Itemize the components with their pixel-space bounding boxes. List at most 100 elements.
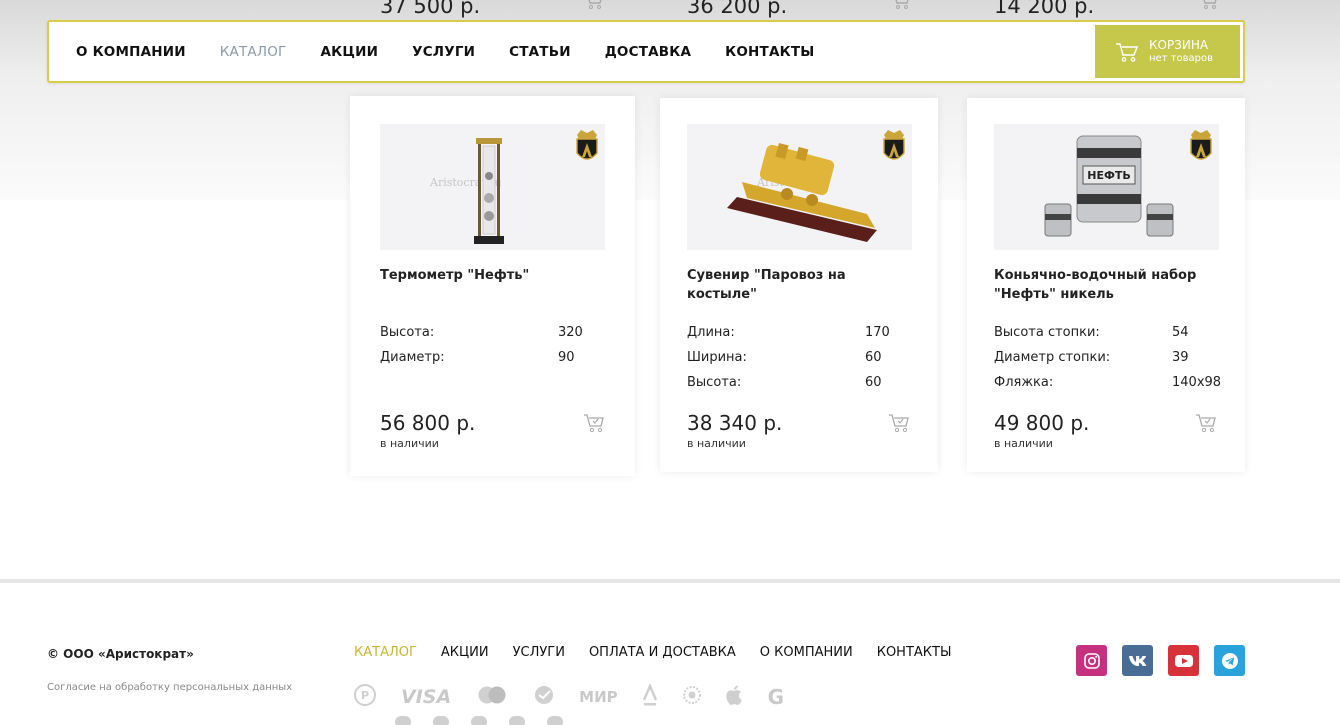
cart-text: КОРЗИНА нет товаров — [1149, 37, 1214, 64]
footer-nav-about[interactable]: О КОМПАНИИ — [760, 645, 853, 660]
spec-name: Фляжка: — [994, 375, 1054, 390]
instagram-icon[interactable] — [1076, 645, 1107, 676]
spec-row: Фляжка: 140x98 — [994, 375, 1224, 400]
brand-crest-icon — [1190, 130, 1212, 160]
spec-name: Длина: — [687, 325, 735, 340]
apple-pay-icon — [726, 684, 744, 710]
add-to-cart-icon[interactable] — [583, 412, 605, 434]
spec-name: Ширина: — [687, 350, 747, 365]
nav-item-articles[interactable]: СТАТЬИ — [509, 44, 571, 60]
payment-icon — [509, 716, 525, 725]
prev-price-1: 37 500 р. — [380, 0, 481, 18]
product-image[interactable]: Aristocrat.ru — [380, 124, 605, 250]
footer-nav-services[interactable]: УСЛУГИ — [513, 645, 565, 660]
alfabank-icon — [642, 682, 658, 710]
spec-value: 60 — [865, 350, 882, 365]
product-price: 56 800 р. — [380, 411, 476, 435]
cart-icon — [1116, 42, 1139, 62]
flask-label: НЕФТЬ — [1087, 169, 1131, 182]
brand-crest-icon — [883, 130, 905, 160]
spec-row: Высота: 320 — [380, 325, 590, 350]
spec-value: 60 — [865, 375, 882, 390]
spec-name: Высота стопки: — [994, 325, 1100, 340]
footer-nav-catalog[interactable]: КАТАЛОГ — [354, 645, 417, 660]
footer-nav-contacts[interactable]: КОНТАКТЫ — [877, 645, 952, 660]
stock-status: в наличии — [380, 437, 439, 450]
copyright: © ООО «Аристократ» — [47, 647, 194, 661]
nav-item-services[interactable]: УСЛУГИ — [412, 44, 475, 60]
footer-nav-payment-delivery[interactable]: ОПЛАТА И ДОСТАВКА — [589, 645, 736, 660]
product-title[interactable]: Термометр "Нефть" — [380, 266, 610, 285]
product-card[interactable]: Aristocrat.ru Термометр "Нефть" Высота: … — [350, 96, 635, 476]
stock-status: в наличии — [687, 437, 746, 450]
svg-text:P: P — [361, 689, 369, 702]
previous-row: 37 500 р. 36 200 р. 14 200 р. — [0, 0, 1340, 20]
spec-row: Ширина: 60 — [687, 350, 917, 375]
visa-icon: VISA — [401, 686, 452, 708]
google-pay-icon: G — [767, 685, 785, 709]
mir-icon: МИР — [579, 688, 618, 706]
consent-link[interactable]: Согласие на обработку персональных данны… — [47, 682, 292, 693]
stock-status: в наличии — [994, 437, 1053, 450]
payment-icon — [547, 716, 563, 725]
cart-title: КОРЗИНА — [1149, 37, 1209, 52]
locomotive-image — [727, 142, 877, 242]
payment-methods-row-2 — [395, 716, 585, 725]
spec-value: 320 — [558, 325, 583, 340]
footer-divider — [0, 579, 1340, 583]
payment-methods: P VISA МИР G — [353, 682, 808, 711]
product-price: 38 340 р. — [687, 411, 783, 435]
footer-nav: КАТАЛОГ АКЦИИ УСЛУГИ ОПЛАТА И ДОСТАВКА О… — [354, 645, 975, 660]
payment-icon — [395, 716, 411, 725]
spec-value: 170 — [865, 325, 890, 340]
vk-icon[interactable] — [1122, 645, 1153, 676]
nav-item-promotions[interactable]: АКЦИИ — [320, 44, 378, 60]
product-specs: Длина: 170 Ширина: 60 Высота: 60 — [687, 325, 917, 400]
payment-generic-icon: P — [353, 683, 377, 711]
nav-item-delivery[interactable]: ДОСТАВКА — [605, 44, 691, 60]
product-image[interactable]: НЕФТЬ — [994, 124, 1219, 250]
spec-value: 54 — [1172, 325, 1189, 340]
cart-icon[interactable] — [582, 0, 604, 10]
cart-subtitle: нет товаров — [1149, 52, 1214, 64]
product-title[interactable]: Сувенир "Паровоз на костыле" — [687, 266, 917, 304]
payment-icon — [433, 716, 449, 725]
spec-name: Высота: — [380, 325, 435, 340]
telegram-icon[interactable] — [1214, 645, 1245, 676]
main-navbar: О КОМПАНИИ КАТАЛОГ АКЦИИ УСЛУГИ СТАТЬИ Д… — [47, 20, 1245, 83]
spec-row: Диаметр: 90 — [380, 350, 590, 375]
nav-item-catalog[interactable]: КАТАЛОГ — [220, 44, 287, 60]
nav-item-about[interactable]: О КОМПАНИИ — [76, 44, 186, 60]
product-image[interactable]: Aristocrat.ru — [687, 124, 912, 250]
spec-row: Длина: 170 — [687, 325, 917, 350]
spec-row: Высота: 60 — [687, 375, 917, 400]
product-specs: Высота: 320 Диаметр: 90 — [380, 325, 590, 375]
cart-icon[interactable] — [889, 0, 911, 10]
prev-price-3: 14 200 р. — [994, 0, 1095, 18]
prev-price-2: 36 200 р. — [687, 0, 788, 18]
product-price: 49 800 р. — [994, 411, 1090, 435]
mastercard-icon — [475, 685, 509, 709]
add-to-cart-icon[interactable] — [1195, 412, 1217, 434]
product-card[interactable]: Aristocrat.ru Сувенир "Паровоз на костыл… — [660, 98, 938, 472]
nav-menu: О КОМПАНИИ КАТАЛОГ АКЦИИ УСЛУГИ СТАТЬИ Д… — [76, 22, 848, 81]
add-to-cart-icon[interactable] — [888, 412, 910, 434]
spec-row: Высота стопки: 54 — [994, 325, 1224, 350]
nav-item-contacts[interactable]: КОНТАКТЫ — [725, 44, 814, 60]
brand-crest-icon — [576, 130, 598, 160]
payment-icon — [471, 716, 487, 725]
cart-button[interactable]: КОРЗИНА нет товаров — [1095, 25, 1240, 78]
footer-nav-promotions[interactable]: АКЦИИ — [441, 645, 489, 660]
flask-set-image: НЕФТЬ — [1044, 135, 1174, 237]
sberpay-icon — [533, 684, 555, 710]
product-card[interactable]: НЕФТЬ Коньячно-водочный набор "Нефть" ни… — [967, 98, 1245, 472]
bank-emblem-icon — [682, 685, 702, 709]
product-title[interactable]: Коньячно-водочный набор "Нефть" никель — [994, 266, 1224, 304]
spec-value: 90 — [558, 350, 575, 365]
spec-name: Диаметр стопки: — [994, 350, 1111, 365]
cart-icon[interactable] — [1197, 0, 1219, 10]
spec-name: Высота: — [687, 375, 742, 390]
youtube-icon[interactable] — [1168, 645, 1199, 676]
product-specs: Высота стопки: 54 Диаметр стопки: 39 Фля… — [994, 325, 1224, 400]
spec-name: Диаметр: — [380, 350, 445, 365]
